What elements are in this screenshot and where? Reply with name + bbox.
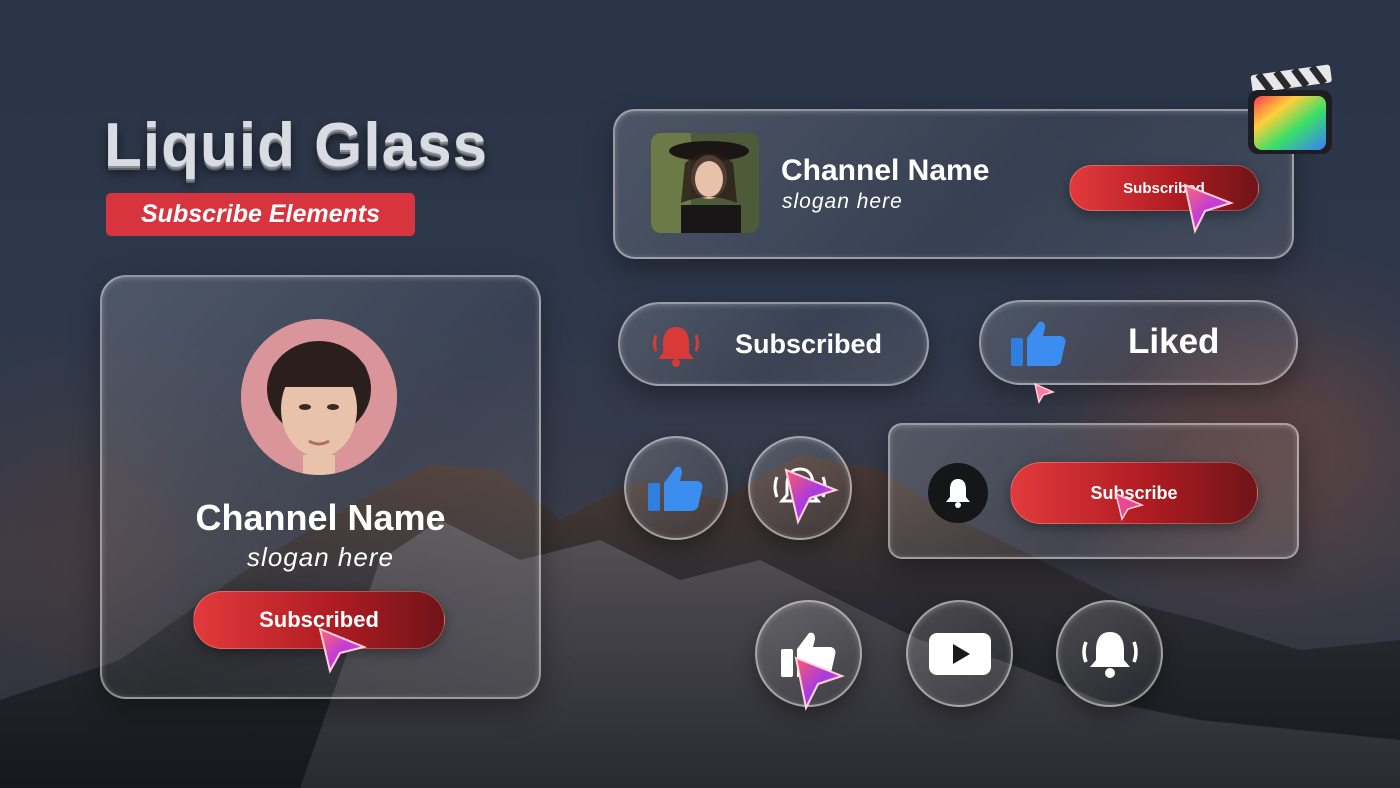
thumbnail-portrait <box>651 133 759 233</box>
bell-circle[interactable] <box>928 463 988 523</box>
channel-card-large: Channel Name slogan here Subscribed <box>100 275 541 699</box>
thumbs-up-icon <box>648 466 703 511</box>
subscribed-pill-label: Subscribed <box>735 329 883 359</box>
avatar-large <box>241 319 397 475</box>
cursor-icon <box>1114 492 1145 521</box>
cursor-icon <box>784 468 840 525</box>
thumbs-up-icon <box>1011 321 1066 366</box>
ringing-bell-icon <box>1081 631 1138 678</box>
slogan-large: slogan here <box>247 542 394 572</box>
clapperboard-app-icon <box>1248 64 1332 154</box>
avatar-portrait <box>241 319 397 475</box>
ringing-bell-icon <box>653 327 699 367</box>
cursor-icon <box>318 627 368 674</box>
channel-thumbnail <box>651 133 759 233</box>
subtitle-badge: Subscribe Elements <box>106 193 415 236</box>
subscribed-pill[interactable]: Subscribed <box>618 302 929 386</box>
slogan-horizontal: slogan here <box>782 190 903 213</box>
play-circle-button[interactable] <box>906 600 1013 707</box>
subscribe-card: Subscribe <box>888 423 1299 559</box>
like-circle-button[interactable] <box>624 436 728 540</box>
liked-pill[interactable]: Liked <box>979 300 1298 385</box>
cursor-icon <box>1033 382 1056 404</box>
channel-name-large: Channel Name <box>195 497 446 538</box>
play-icon <box>928 632 991 675</box>
notification-circle-button-white[interactable] <box>1056 600 1163 707</box>
bell-icon <box>946 479 970 508</box>
channel-card-horizontal: Channel Name slogan here Subscribed <box>613 109 1294 259</box>
cursor-icon <box>1183 183 1235 234</box>
page-title: Liquid Glass <box>104 111 489 180</box>
channel-name-horizontal: Channel Name <box>781 154 990 187</box>
cursor-icon <box>794 656 845 712</box>
liked-pill-label: Liked <box>1128 322 1220 361</box>
